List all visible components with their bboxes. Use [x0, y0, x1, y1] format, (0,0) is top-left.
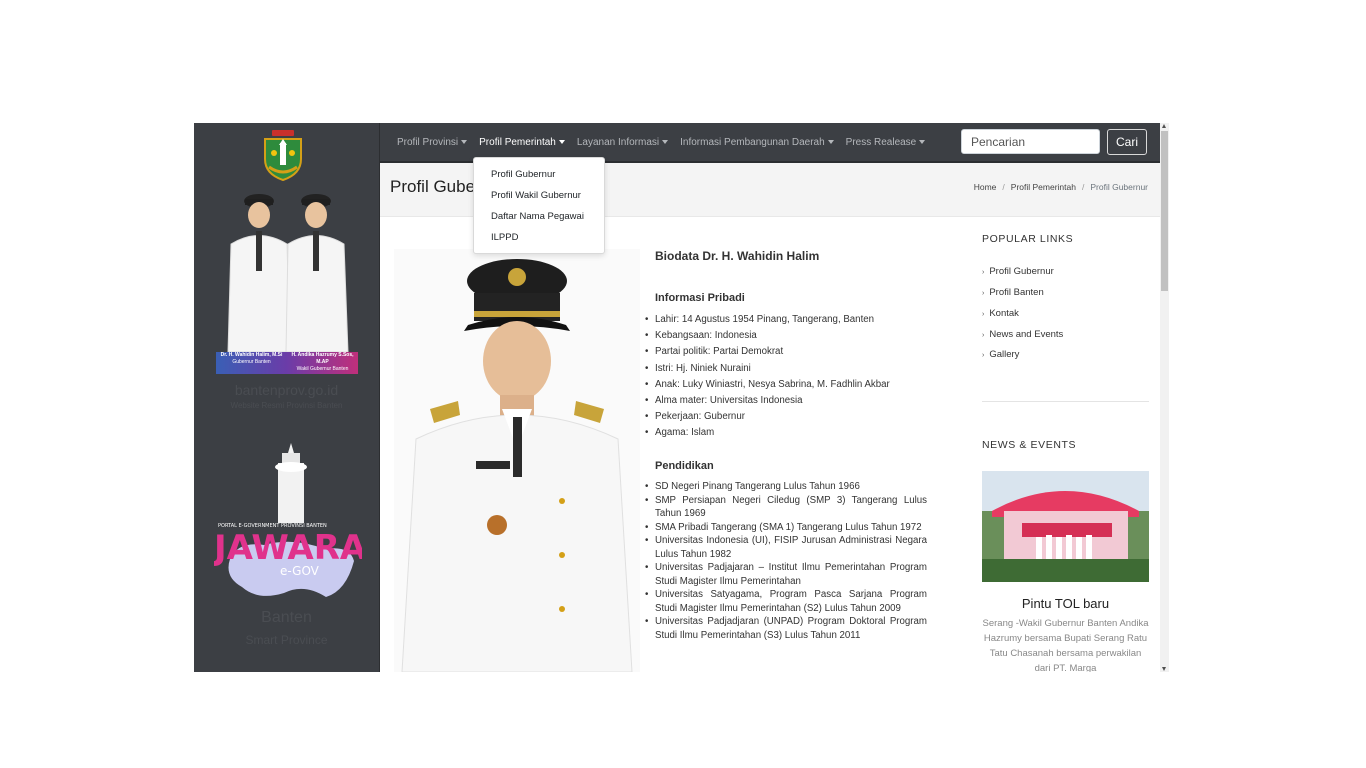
breadcrumb-separator: /: [1002, 182, 1005, 192]
news-events-title: NEWS & EVENTS: [982, 439, 1077, 451]
link-label: Profil Gubernur: [989, 266, 1054, 277]
list-item: Universitas Indonesia (UI), FISIP Jurusa…: [645, 534, 927, 561]
dropdown-item-daftar-nama-pegawai[interactable]: Daftar Nama Pegawai: [491, 211, 584, 222]
nav-layanan-informasi[interactable]: Layanan Informasi: [576, 136, 669, 148]
leaders-caption: Dr. H. Wahidin Halim, M.Si Gubernur Bant…: [216, 352, 358, 374]
region-tagline: Smart Province: [245, 633, 328, 647]
caption-right-role: Wakil Gubernur Banten: [296, 366, 349, 372]
caret-down-icon: [461, 139, 468, 144]
list-item: Lahir: 14 Agustus 1954 Pinang, Tangerang…: [645, 312, 927, 328]
caret-down-icon: [558, 139, 565, 144]
list-item: Anak: Luky Winiastri, Nesya Sabrina, M. …: [645, 377, 927, 393]
browser-viewport: Dr. H. Wahidin Halim, M.Si Gubernur Bant…: [194, 123, 1169, 672]
governor-and-vice-governor-photo: [227, 194, 349, 353]
site-url: bantenprov.go.id: [234, 382, 339, 398]
caret-down-icon: [827, 139, 834, 144]
list-item: Universitas Padjadjaran (UNPAD) Program …: [645, 615, 927, 642]
list-item: Universitas Padjajaran – Institut Ilmu P…: [645, 561, 927, 588]
jawara-wordmark: JAWARA: [214, 528, 362, 568]
popular-link-gallery[interactable]: › Gallery: [982, 349, 1019, 360]
education-heading: Pendidikan: [655, 460, 714, 472]
breadcrumb-separator: /: [1081, 182, 1085, 192]
breadcrumb-profil-pemerintah[interactable]: Profil Pemerintah: [1011, 182, 1076, 192]
list-item: SMP Persiapan Negeri Ciledug (SMP 3) Tan…: [645, 494, 927, 521]
list-item: SMA Pribadi Tangerang (SMA 1) Tangerang …: [645, 521, 927, 535]
personal-info-list: Lahir: 14 Agustus 1954 Pinang, Tangerang…: [645, 312, 927, 442]
list-item: Alma mater: Universitas Indonesia: [645, 393, 927, 409]
caption-left-name: Dr. H. Wahidin Halim, M.Si: [220, 352, 283, 358]
caret-down-icon: [662, 139, 669, 144]
search-input[interactable]: [961, 129, 1100, 154]
news-item-title[interactable]: Pintu TOL baru: [982, 596, 1149, 611]
dropdown-item-profil-wakil-gubernur[interactable]: Profil Wakil Gubernur: [491, 190, 581, 201]
popular-links-title: POPULAR LINKS: [982, 233, 1074, 245]
link-label: Kontak: [989, 308, 1019, 319]
egov-label: e-GOV: [280, 564, 320, 578]
jawara-egov-logo: PORTAL E-GOVERNMENT PROVINSI BANTEN JAWA…: [214, 443, 362, 597]
popular-link-profil-gubernur[interactable]: › Profil Gubernur: [982, 266, 1054, 277]
biography-heading: Biodata Dr. H. Wahidin Halim: [655, 249, 820, 263]
news-thumbnail[interactable]: [982, 471, 1149, 582]
nav-press-realease[interactable]: Press Realease: [846, 137, 926, 148]
site-subtitle: Website Resmi Provinsi Banten: [230, 401, 343, 410]
popular-link-kontak[interactable]: › Kontak: [982, 308, 1019, 319]
breadcrumb-home[interactable]: Home: [974, 182, 997, 192]
list-item: SD Negeri Pinang Tangerang Lulus Tahun 1…: [645, 480, 927, 494]
list-item: Universitas Satyagama, Program Pasca Sar…: [645, 588, 927, 615]
chevron-right-icon: ›: [982, 332, 985, 339]
list-item: Istri: Hj. Niniek Nuraini: [645, 361, 927, 377]
scroll-thumb[interactable]: [1161, 131, 1168, 291]
section-divider: [982, 401, 1149, 402]
caption-right-name: H. Andika Hazrumy S.Sos, M.AP: [291, 352, 354, 365]
left-sidebar: Dr. H. Wahidin Halim, M.Si Gubernur Bant…: [194, 123, 380, 672]
nav-informasi-pembangunan-daerah[interactable]: Informasi Pembangunan Daerah: [680, 137, 834, 148]
breadcrumb: Home / Profil Pemerintah / Profil Gubernur: [974, 182, 1148, 192]
nav-label: Profil Pemerintah: [479, 136, 556, 148]
list-item: Pekerjaan: Gubernur: [645, 409, 927, 425]
nav-label: Press Realease: [845, 136, 917, 148]
search-button[interactable]: Cari: [1107, 129, 1147, 155]
scroll-up-arrow-icon[interactable]: [1162, 124, 1166, 128]
personal-info-heading: Informasi Pribadi: [655, 292, 745, 304]
nav-profil-provinsi[interactable]: Profil Provinsi: [397, 136, 468, 148]
nav-menu: Profil Provinsi Profil Pemerintah Layana…: [397, 123, 926, 161]
profil-pemerintah-dropdown: Profil Gubernur Profil Wakil Gubernur Da…: [473, 157, 605, 254]
link-label: Gallery: [989, 349, 1020, 360]
news-item-excerpt: Serang -Wakil Gubernur Banten Andika Haz…: [982, 618, 1149, 672]
popular-link-news-and-events[interactable]: › News and Events: [982, 329, 1063, 340]
chevron-right-icon: ›: [982, 311, 985, 318]
list-item: Agama: Islam: [645, 425, 927, 441]
governor-portrait: [394, 249, 640, 672]
nav-label: Informasi Pembangunan Daerah: [680, 136, 825, 148]
link-label: News and Events: [989, 329, 1064, 340]
chevron-right-icon: ›: [982, 352, 985, 359]
dropdown-item-ilppd[interactable]: ILPPD: [491, 232, 518, 243]
scroll-down-arrow-icon[interactable]: [1162, 667, 1166, 671]
popular-link-profil-banten[interactable]: › Profil Banten: [982, 287, 1044, 298]
page-scrollbar[interactable]: [1160, 123, 1169, 672]
nav-label: Profil Provinsi: [397, 136, 459, 148]
link-label: Profil Banten: [989, 287, 1044, 298]
caption-left-role: Gubernur Banten: [232, 359, 271, 365]
nav-profil-pemerintah[interactable]: Profil Pemerintah: [479, 137, 565, 148]
chevron-right-icon: ›: [982, 269, 985, 276]
list-item: Kebangsaan: Indonesia: [645, 328, 927, 344]
chevron-right-icon: ›: [982, 290, 985, 297]
list-item: Partai politik: Partai Demokrat: [645, 344, 927, 360]
dropdown-item-profil-gubernur[interactable]: Profil Gubernur: [491, 169, 555, 180]
banten-emblem-icon: [264, 130, 302, 181]
caret-down-icon: [919, 139, 926, 144]
breadcrumb-current: Profil Gubernur: [1090, 182, 1148, 192]
education-list: SD Negeri Pinang Tangerang Lulus Tahun 1…: [645, 480, 927, 642]
region-name: Banten: [261, 609, 312, 626]
nav-label: Layanan Informasi: [576, 136, 660, 148]
